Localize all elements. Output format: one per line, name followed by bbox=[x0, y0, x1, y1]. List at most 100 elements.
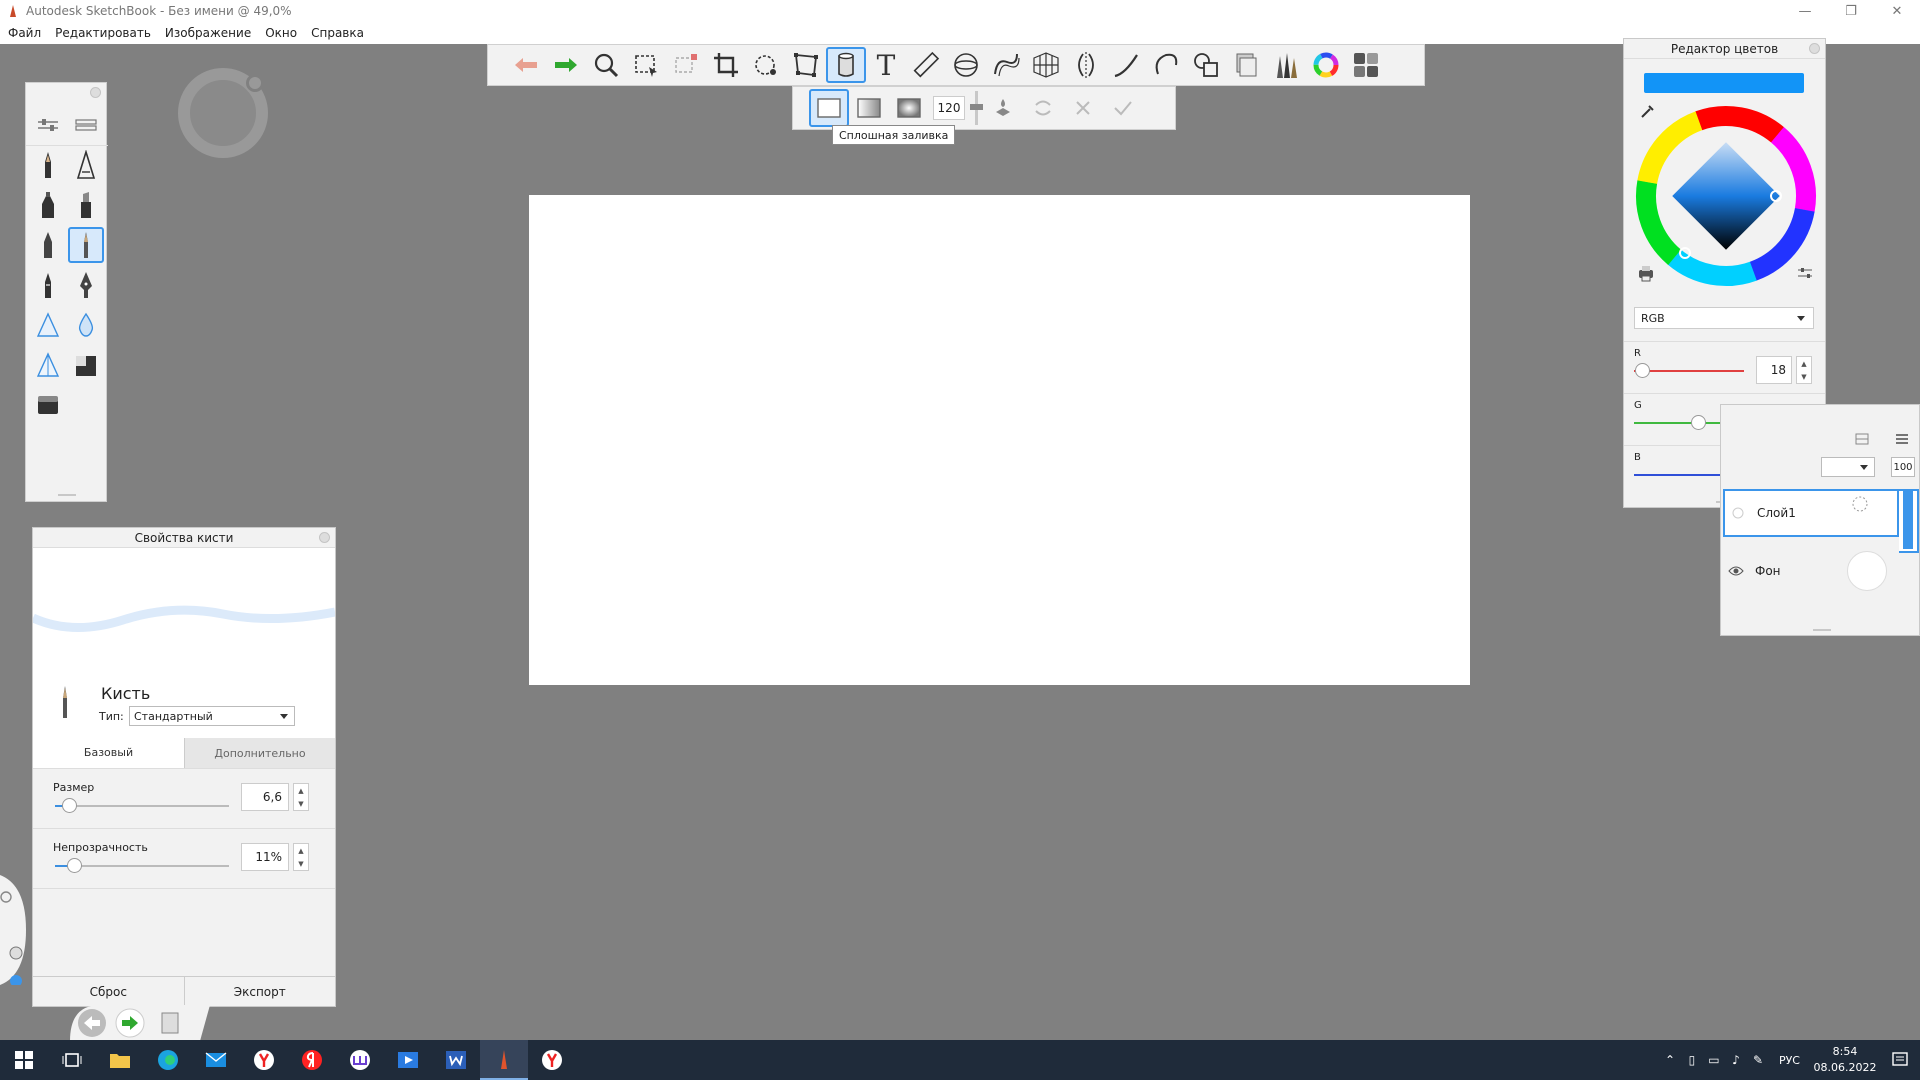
pen-icon[interactable]: ✎ bbox=[1747, 1040, 1769, 1080]
linear-gradient-button[interactable] bbox=[849, 89, 889, 127]
fill-tolerance-value[interactable]: 120 bbox=[933, 96, 965, 120]
red-slider-thumb[interactable] bbox=[1634, 363, 1650, 378]
lasso-select-button[interactable] bbox=[666, 47, 706, 83]
blend-mode-select[interactable] bbox=[1821, 457, 1875, 477]
stroke-button[interactable] bbox=[1106, 47, 1146, 83]
brush-library-button[interactable] bbox=[1266, 47, 1306, 83]
zoom-button[interactable] bbox=[586, 47, 626, 83]
select-button[interactable] bbox=[626, 47, 666, 83]
color-editor-close-button[interactable] bbox=[1809, 43, 1820, 54]
eye-icon[interactable] bbox=[1728, 565, 1744, 577]
menu-file[interactable]: Файл bbox=[8, 26, 41, 40]
smear-tool-button[interactable] bbox=[30, 347, 66, 383]
brush-puck[interactable] bbox=[178, 68, 268, 158]
edge-lagoon-widget[interactable] bbox=[0, 875, 26, 985]
blur-tool-button[interactable] bbox=[68, 307, 104, 343]
fill-cycle-button[interactable] bbox=[1023, 89, 1063, 127]
spin-up-icon[interactable]: ▲ bbox=[298, 787, 303, 795]
soft-eraser-button[interactable] bbox=[30, 387, 66, 423]
marker-button[interactable] bbox=[30, 187, 66, 223]
word-button[interactable] bbox=[432, 1040, 480, 1080]
file-explorer-button[interactable] bbox=[96, 1040, 144, 1080]
hard-eraser-button[interactable] bbox=[68, 347, 104, 383]
opacity-slider-thumb[interactable] bbox=[67, 858, 83, 873]
size-slider[interactable] bbox=[55, 798, 229, 813]
drawing-canvas[interactable] bbox=[529, 195, 1470, 685]
red-channel-input[interactable]: 18 bbox=[1756, 356, 1792, 384]
palette-close-button[interactable] bbox=[90, 87, 101, 98]
spin-down-icon[interactable]: ▼ bbox=[298, 800, 303, 808]
menu-image[interactable]: Изображение bbox=[165, 26, 251, 40]
ellipse-guide-button[interactable] bbox=[946, 47, 986, 83]
color-wheel-button[interactable] bbox=[1306, 47, 1346, 83]
opacity-slider[interactable] bbox=[55, 858, 229, 873]
task-view-button[interactable] bbox=[48, 1040, 96, 1080]
notification-center-button[interactable] bbox=[1880, 1040, 1920, 1080]
symmetry-button[interactable] bbox=[1066, 47, 1106, 83]
brush-properties-close-button[interactable] bbox=[319, 532, 330, 543]
menu-window[interactable]: Окно bbox=[265, 26, 297, 40]
language-indicator[interactable]: РУС bbox=[1779, 1054, 1800, 1067]
edge-button[interactable] bbox=[144, 1040, 192, 1080]
clock[interactable]: 8:54 08.06.2022 bbox=[1810, 1044, 1880, 1076]
menu-edit[interactable]: Редактировать bbox=[55, 26, 151, 40]
menu-help[interactable]: Справка bbox=[311, 26, 364, 40]
solid-fill-button[interactable] bbox=[809, 89, 849, 127]
ink-pen-button[interactable] bbox=[30, 227, 66, 263]
shapes-button[interactable] bbox=[1186, 47, 1226, 83]
lagoon-undo-redo[interactable] bbox=[70, 1005, 210, 1041]
green-slider-thumb[interactable] bbox=[1690, 415, 1706, 430]
fountain-pen-button[interactable] bbox=[68, 267, 104, 303]
technical-pen-button[interactable] bbox=[68, 147, 104, 183]
radial-gradient-button[interactable] bbox=[889, 89, 929, 127]
layer-button[interactable] bbox=[1226, 47, 1266, 83]
brush-pen-button[interactable] bbox=[30, 267, 66, 303]
red-channel-slider[interactable] bbox=[1634, 363, 1744, 378]
yandex-browser-2-button[interactable] bbox=[528, 1040, 576, 1080]
brush-list-button[interactable] bbox=[68, 107, 104, 143]
volume-icon[interactable]: ♪ bbox=[1725, 1040, 1747, 1080]
text-button[interactable]: T bbox=[866, 47, 906, 83]
start-button[interactable] bbox=[0, 1040, 48, 1080]
layer-item-background[interactable]: Фон bbox=[1723, 547, 1899, 595]
size-stepper[interactable]: ▲ ▼ bbox=[293, 783, 309, 811]
opacity-input[interactable]: 11% bbox=[241, 843, 289, 871]
tab-advanced[interactable]: Дополнительно bbox=[184, 738, 335, 768]
menu-icon[interactable] bbox=[1893, 431, 1911, 447]
size-input[interactable]: 6,6 bbox=[241, 783, 289, 811]
media-button[interactable] bbox=[384, 1040, 432, 1080]
predictive-stroke-button[interactable] bbox=[1146, 47, 1186, 83]
ruler-button[interactable] bbox=[906, 47, 946, 83]
tab-basic[interactable]: Базовый bbox=[33, 738, 184, 768]
pencil-brush-button[interactable] bbox=[30, 147, 66, 183]
app-w-button[interactable] bbox=[336, 1040, 384, 1080]
undo-button[interactable] bbox=[506, 47, 546, 83]
perspective-button[interactable] bbox=[1026, 47, 1066, 83]
spin-down-icon[interactable]: ▼ bbox=[1801, 373, 1806, 381]
reset-button[interactable]: Сброс bbox=[33, 977, 184, 1006]
sample-layers-button[interactable] bbox=[983, 89, 1023, 127]
minimize-button[interactable]: — bbox=[1782, 0, 1828, 22]
layer-editor-grip[interactable] bbox=[1813, 629, 1831, 631]
layer-scrollbar[interactable] bbox=[1903, 489, 1913, 549]
color-wheel[interactable] bbox=[1635, 105, 1817, 287]
mail-button[interactable] bbox=[192, 1040, 240, 1080]
opacity-stepper[interactable]: ▲ ▼ bbox=[293, 843, 309, 871]
yandex-button[interactable] bbox=[288, 1040, 336, 1080]
hidden-eye-icon[interactable] bbox=[1731, 506, 1745, 520]
fill-confirm-button[interactable] bbox=[1103, 89, 1143, 127]
layer-item-layer1[interactable]: Слой1 bbox=[1723, 489, 1899, 537]
yandex-browser-button[interactable] bbox=[240, 1040, 288, 1080]
palette-grip[interactable] bbox=[58, 494, 76, 496]
french-curve-button[interactable] bbox=[986, 47, 1026, 83]
export-button[interactable]: Экспорт bbox=[183, 977, 336, 1006]
distort-button[interactable] bbox=[786, 47, 826, 83]
fill-cancel-button[interactable] bbox=[1063, 89, 1103, 127]
device-icon[interactable]: ▯ bbox=[1681, 1040, 1703, 1080]
spin-down-icon[interactable]: ▼ bbox=[298, 860, 303, 868]
tray-overflow-icon[interactable]: ⌃ bbox=[1659, 1040, 1681, 1080]
network-icon[interactable]: ▭ bbox=[1703, 1040, 1725, 1080]
printer-icon[interactable] bbox=[1636, 263, 1656, 283]
chisel-marker-button[interactable] bbox=[68, 187, 104, 223]
close-button[interactable]: ✕ bbox=[1874, 0, 1920, 22]
